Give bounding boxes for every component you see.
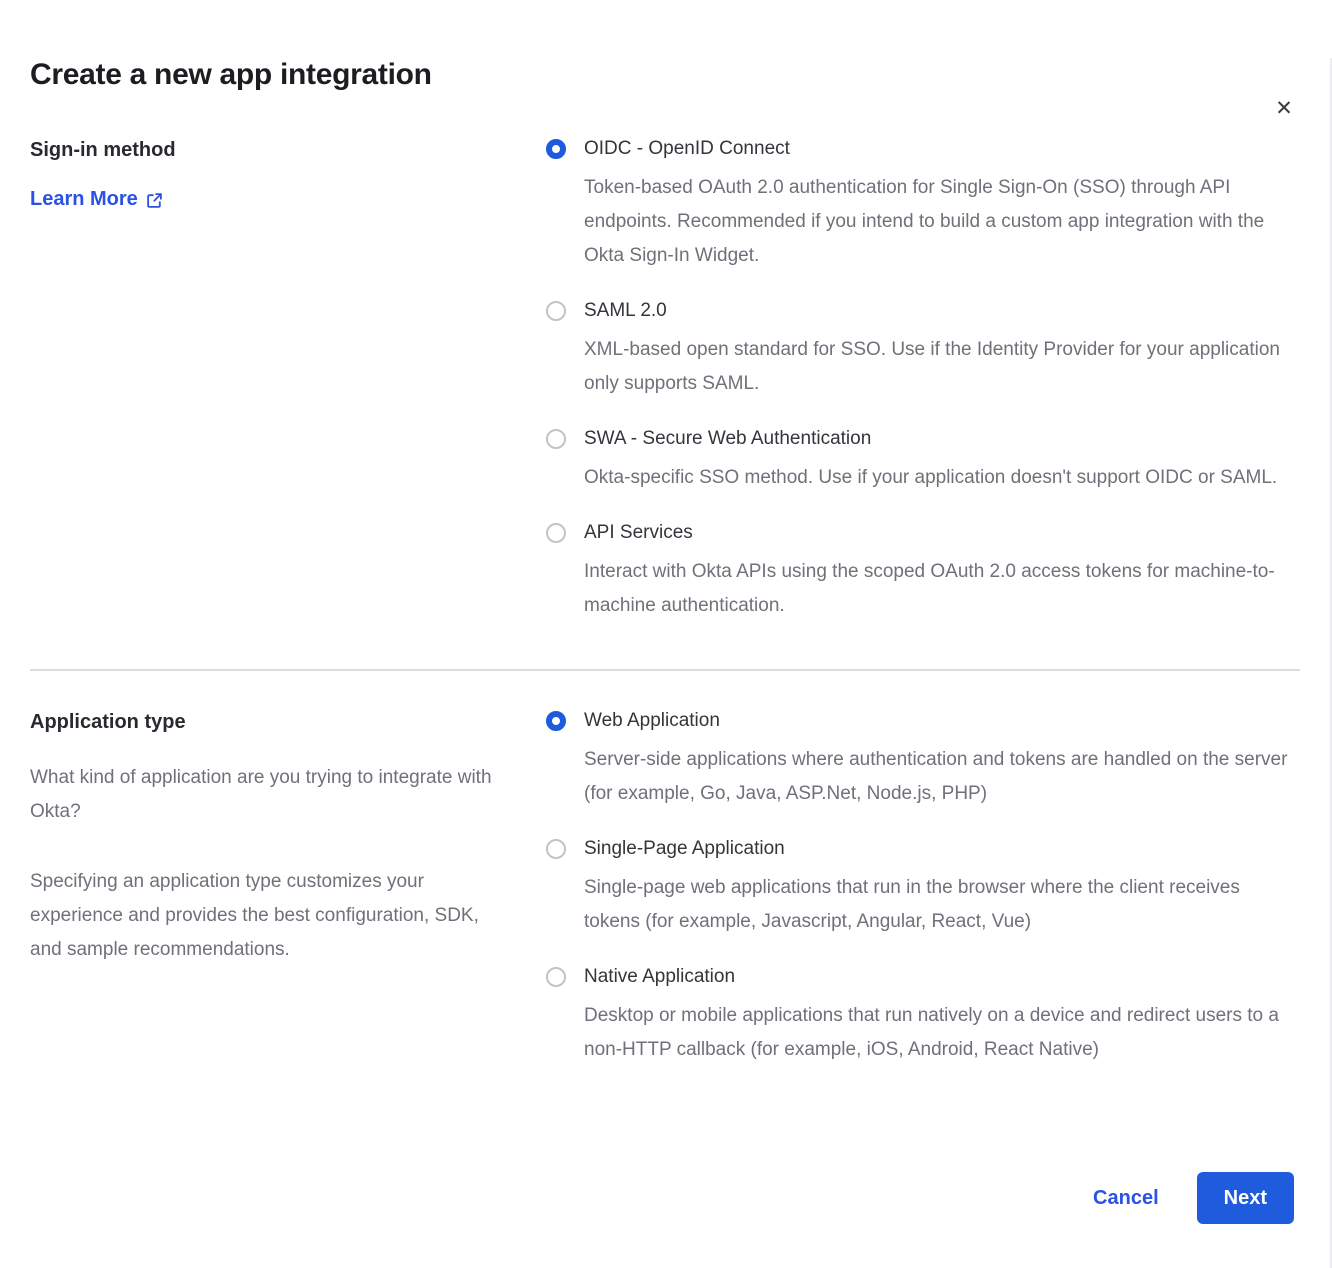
apptype-option-spa[interactable]: Single-Page Application Single-page web … — [546, 838, 1300, 939]
signin-option-saml[interactable]: SAML 2.0 XML-based open standard for SSO… — [546, 300, 1300, 401]
apptype-option-native[interactable]: Native Application Desktop or mobile app… — [546, 966, 1300, 1067]
option-label[interactable]: Single-Page Application — [584, 838, 1300, 860]
dialog-footer: Cancel Next — [1093, 1172, 1294, 1224]
option-description: Desktop or mobile applications that run … — [584, 999, 1296, 1067]
radio-icon[interactable] — [546, 967, 566, 987]
application-type-question: What kind of application are you trying … — [30, 761, 510, 829]
signin-option-oidc[interactable]: OIDC - OpenID Connect Token-based OAuth … — [546, 138, 1300, 273]
option-label[interactable]: SWA - Secure Web Authentication — [584, 428, 1300, 450]
option-label[interactable]: OIDC - OpenID Connect — [584, 138, 1300, 160]
application-type-heading: Application type — [30, 710, 516, 734]
close-icon[interactable]: ✕ — [1270, 94, 1298, 122]
radio-icon[interactable] — [546, 139, 566, 159]
radio-icon[interactable] — [546, 301, 566, 321]
option-description: Single-page web applications that run in… — [584, 871, 1296, 939]
signin-option-api-services[interactable]: API Services Interact with Okta APIs usi… — [546, 522, 1300, 623]
apptype-option-web[interactable]: Web Application Server-side applications… — [546, 710, 1300, 811]
learn-more-link[interactable]: Learn More — [30, 188, 163, 211]
option-description: Okta-specific SSO method. Use if your ap… — [584, 461, 1296, 495]
cancel-button[interactable]: Cancel — [1093, 1187, 1159, 1210]
option-label[interactable]: SAML 2.0 — [584, 300, 1300, 322]
external-link-icon — [146, 190, 163, 209]
radio-icon[interactable] — [546, 429, 566, 449]
signin-method-heading: Sign-in method — [30, 138, 516, 162]
option-label[interactable]: Native Application — [584, 966, 1300, 988]
option-description: XML-based open standard for SSO. Use if … — [584, 333, 1296, 401]
radio-icon[interactable] — [546, 711, 566, 731]
create-app-integration-dialog: ✕ Create a new app integration Sign-in m… — [0, 58, 1332, 1268]
signin-option-swa[interactable]: SWA - Secure Web Authentication Okta-spe… — [546, 428, 1300, 495]
signin-method-section: Sign-in method Learn More OIDC - OpenID … — [30, 138, 1300, 623]
option-label[interactable]: API Services — [584, 522, 1300, 544]
option-description: Token-based OAuth 2.0 authentication for… — [584, 171, 1296, 273]
section-divider — [30, 669, 1300, 671]
dialog-title: Create a new app integration — [30, 58, 1300, 92]
application-type-section: Application type What kind of applicatio… — [30, 710, 1300, 1067]
option-description: Server-side applications where authentic… — [584, 743, 1296, 811]
radio-icon[interactable] — [546, 839, 566, 859]
option-label[interactable]: Web Application — [584, 710, 1300, 732]
radio-icon[interactable] — [546, 523, 566, 543]
application-type-note: Specifying an application type customize… — [30, 865, 510, 967]
learn-more-label: Learn More — [30, 188, 138, 211]
next-button[interactable]: Next — [1197, 1172, 1294, 1224]
option-description: Interact with Okta APIs using the scoped… — [584, 555, 1296, 623]
